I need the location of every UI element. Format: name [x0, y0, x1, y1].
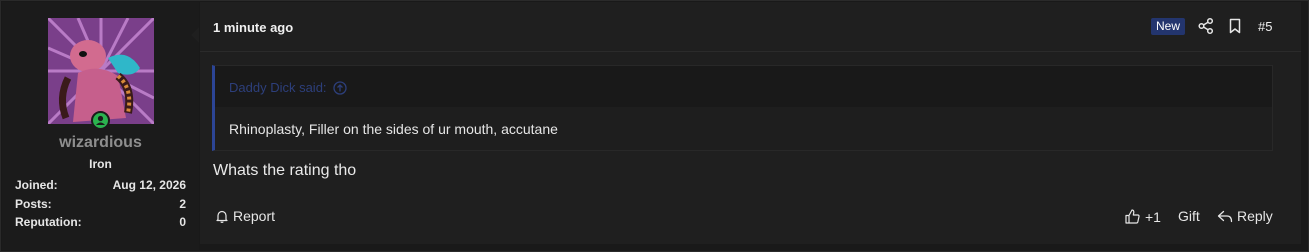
stat-row-joined: Joined: Aug 12, 2026: [15, 178, 186, 194]
stat-value: 0: [179, 215, 186, 229]
like-count: +1: [1145, 208, 1161, 225]
gift-button[interactable]: Gift: [1178, 208, 1200, 224]
online-status-icon: [91, 111, 110, 130]
quote-body: Rhinoplasty, Filler on the sides of ur m…: [215, 107, 1272, 150]
stat-label: Joined:: [15, 178, 58, 192]
quote-author[interactable]: Daddy Dick said:: [229, 80, 327, 95]
reply-icon: [1217, 210, 1233, 222]
quote-header[interactable]: Daddy Dick said:: [229, 80, 347, 95]
quote-jump-icon[interactable]: [332, 80, 347, 95]
post-number-link[interactable]: #5: [1258, 19, 1272, 34]
stat-label: Reputation:: [15, 215, 82, 229]
username-link[interactable]: wizardious: [2, 134, 199, 152]
post-container: wizardious Iron Joined: Aug 12, 2026 Pos…: [0, 0, 1309, 252]
reply-label: Reply: [1237, 208, 1273, 224]
avatar-wrapper[interactable]: [48, 18, 154, 130]
post-header: 1 minute ago New #5: [200, 2, 1301, 52]
bell-icon: [216, 210, 228, 223]
stat-label: Posts:: [15, 197, 52, 211]
stat-row-reputation: Reputation: 0: [15, 215, 186, 231]
thumbs-up-icon: [1125, 209, 1140, 224]
avatar[interactable]: [48, 18, 154, 124]
report-button[interactable]: Report: [215, 208, 275, 224]
like-button[interactable]: +1: [1124, 208, 1161, 225]
share-icon[interactable]: [1197, 17, 1215, 35]
post-message: Whats the rating tho: [213, 162, 357, 179]
stat-value: Aug 12, 2026: [112, 178, 186, 192]
post-time-link[interactable]: 1 minute ago: [213, 20, 293, 35]
quote-text: Rhinoplasty, Filler on the sides of ur m…: [229, 121, 558, 137]
bookmark-icon[interactable]: [1226, 17, 1244, 35]
stat-row-posts: Posts: 2: [15, 197, 186, 213]
new-badge: New: [1151, 18, 1186, 35]
quote-block: Daddy Dick said: Rhinoplasty, Filler on …: [212, 65, 1273, 151]
post-arrow: [191, 27, 199, 43]
post-main: 1 minute ago New #5 Daddy Dick said: Rhi…: [200, 2, 1301, 244]
user-info-panel: wizardious Iron Joined: Aug 12, 2026 Pos…: [2, 2, 199, 250]
reply-button[interactable]: Reply: [1217, 208, 1273, 224]
stat-value: 2: [179, 197, 186, 211]
user-rank: Iron: [89, 157, 112, 171]
report-label: Report: [233, 208, 276, 224]
